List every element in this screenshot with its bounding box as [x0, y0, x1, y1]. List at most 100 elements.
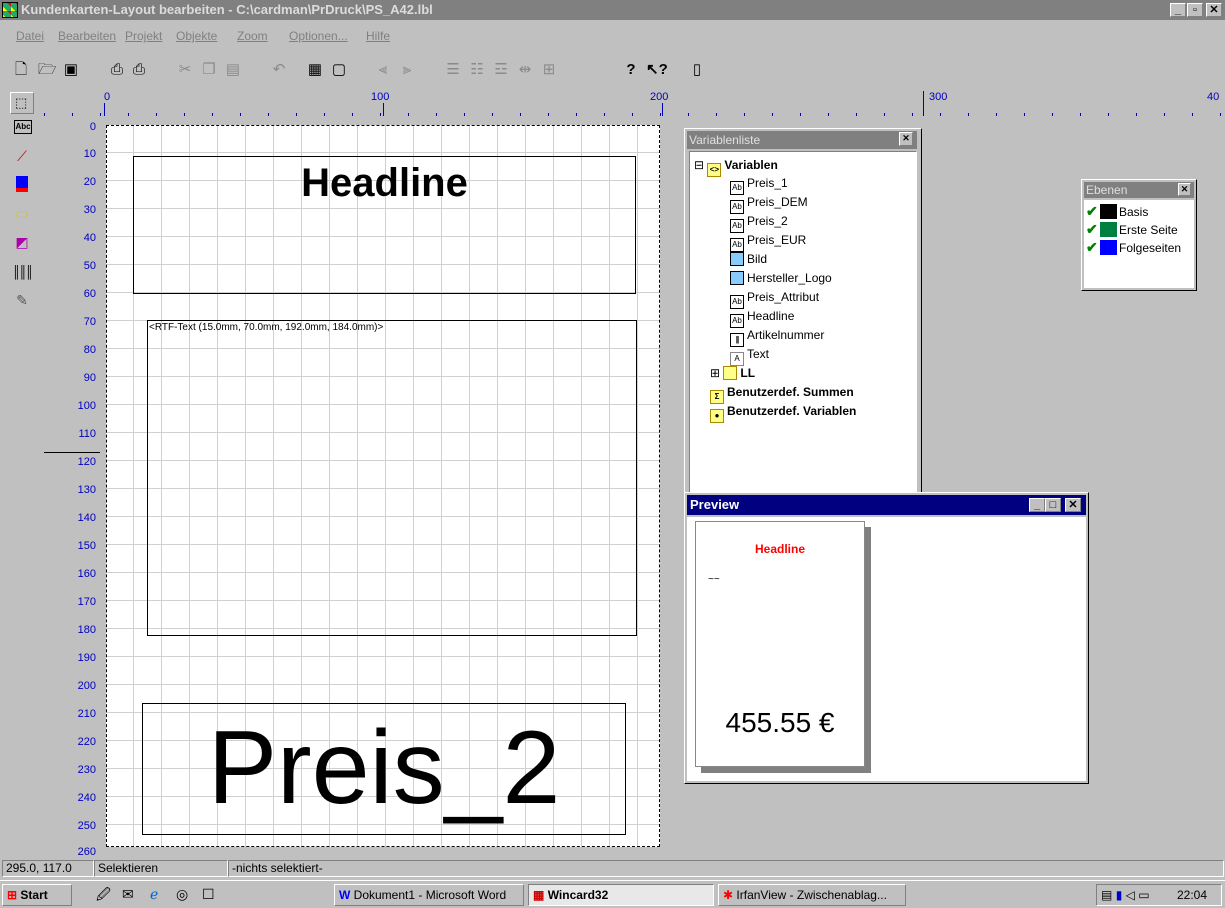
- align-bottom-icon[interactable]: ☷: [468, 61, 486, 79]
- tree-item-hersteller-logo[interactable]: Hersteller_Logo: [730, 269, 832, 287]
- tree-node-uservars[interactable]: ● Benutzerdef. Variablen: [710, 402, 856, 423]
- quicklaunch-desktop-icon[interactable]: 🖉: [92, 884, 111, 906]
- exit-icon[interactable]: ▯: [688, 61, 706, 79]
- tree-node-ll[interactable]: ⊞ LL: [710, 364, 755, 382]
- tree-item-bild[interactable]: Bild: [730, 250, 767, 268]
- preview-minimize-button[interactable]: _: [1029, 498, 1045, 512]
- wincard-icon: ▦: [533, 888, 545, 902]
- start-button[interactable]: ⊞ Start: [2, 884, 72, 906]
- layer-folgeseiten[interactable]: ✔ Folgeseiten: [1086, 238, 1181, 256]
- variable-tree: ⊟ <> Variablen Ab Preis_1 Ab Preis_DEM Ab Pr…: [689, 151, 917, 501]
- status-coords: 295.0, 117.0: [2, 860, 94, 877]
- tree-root-variablen[interactable]: ⊟ <> Variablen: [694, 156, 778, 177]
- chart-tool-icon[interactable]: ◩: [12, 232, 32, 252]
- menu-hilfe[interactable]: Hilfe: [366, 29, 390, 43]
- select-tool-icon[interactable]: ⬚: [10, 92, 34, 114]
- layer-label: Erste Seite: [1119, 223, 1178, 237]
- preview-close-button[interactable]: ✕: [1065, 498, 1081, 512]
- cut-icon[interactable]: ✂: [176, 61, 194, 79]
- space-horizontal-icon[interactable]: ☲: [492, 61, 510, 79]
- layer-color: [1100, 222, 1117, 237]
- tree-item-artikelnummer[interactable]: ||| Artikelnummer: [730, 326, 824, 347]
- paste-icon[interactable]: ▤: [224, 61, 242, 79]
- ruler-label: 80: [83, 344, 96, 356]
- task-wincard32[interactable]: ▦ Wincard32: [528, 884, 714, 906]
- tray-monitor-icon[interactable]: ▭: [1138, 888, 1149, 902]
- barcode-tool-icon[interactable]: ║║║: [12, 262, 34, 282]
- open-folder-icon[interactable]: 🗁: [38, 61, 57, 79]
- tree-item-preis-1[interactable]: Ab Preis_1: [730, 174, 788, 195]
- check-icon[interactable]: ✔: [1086, 220, 1100, 238]
- collapse-icon[interactable]: ⊟: [694, 158, 704, 172]
- maximize-button[interactable]: ▫: [1187, 3, 1203, 17]
- print-icon[interactable]: ⎙: [108, 61, 126, 79]
- align-left-icon[interactable]: ⫷: [374, 61, 392, 79]
- minimize-button[interactable]: _: [1170, 3, 1186, 17]
- menu-datei[interactable]: Datei: [16, 29, 44, 43]
- tray-network-icon[interactable]: ▤: [1101, 888, 1112, 902]
- variable-list-window: Variablenliste ✕ ⊟ <> Variablen Ab Preis_1…: [684, 128, 922, 508]
- layer-basis[interactable]: ✔ Basis: [1086, 202, 1148, 220]
- tree-item-headline[interactable]: Ab Headline: [730, 307, 795, 328]
- quicklaunch-channels-icon[interactable]: ◎: [172, 884, 188, 906]
- text-tool-icon[interactable]: Abc: [14, 120, 32, 134]
- tree-item-preis-attribut[interactable]: Ab Preis_Attribut: [730, 288, 819, 309]
- tree-label: Preis_EUR: [747, 233, 807, 247]
- ruler-label: 210: [77, 708, 96, 720]
- menu-zoom[interactable]: Zoom: [237, 29, 268, 43]
- menu-optionen[interactable]: Optionen...: [289, 29, 348, 43]
- tree-node-summen[interactable]: Σ Benutzerdef. Summen: [710, 383, 854, 404]
- variable-list-close-button[interactable]: ✕: [899, 132, 913, 146]
- task-irfanview[interactable]: ✱ IrfanView - Zwischenablag...: [718, 884, 906, 906]
- space-vertical-icon[interactable]: ⇹: [516, 61, 534, 79]
- align-top-icon[interactable]: ☰: [444, 61, 462, 79]
- print-preview-icon[interactable]: ⎙: [130, 61, 148, 79]
- preview-maximize-button[interactable]: □: [1045, 498, 1061, 512]
- tree-item-preis-eur[interactable]: Ab Preis_EUR: [730, 231, 807, 252]
- quicklaunch-ie-icon[interactable]: ℯ: [146, 884, 158, 906]
- new-file-icon[interactable]: 🗋: [12, 61, 30, 79]
- ellipse-tool-icon[interactable]: ⬭: [12, 204, 32, 224]
- tree-label: Preis_DEM: [747, 195, 808, 209]
- copy-icon[interactable]: ❐: [200, 61, 218, 79]
- quicklaunch-outlook-icon[interactable]: ✉: [118, 884, 134, 906]
- center-icon[interactable]: ⊞: [540, 61, 558, 79]
- help-icon[interactable]: ?: [622, 61, 640, 79]
- tray-app-icon[interactable]: ▮: [1116, 888, 1123, 902]
- tree-label: Headline: [747, 309, 795, 323]
- clock[interactable]: 22:04: [1177, 885, 1207, 905]
- label-page[interactable]: Headline <RTF-Text (15.0mm, 70.0mm, 192.…: [106, 125, 660, 847]
- app-icon[interactable]: [2, 2, 18, 18]
- menu-projekt[interactable]: Projekt: [125, 29, 162, 43]
- speaker-icon[interactable]: ◁: [1126, 888, 1135, 902]
- rtf-text-object[interactable]: <RTF-Text (15.0mm, 70.0mm, 192.0mm, 184.…: [147, 320, 637, 636]
- menu-bearbeiten[interactable]: Bearbeiten: [58, 29, 116, 43]
- tree-item-preis-2[interactable]: Ab Preis_2: [730, 212, 788, 233]
- layers-close-button[interactable]: ✕: [1178, 183, 1191, 196]
- headline-object[interactable]: Headline: [133, 156, 636, 294]
- start-label: Start: [20, 888, 48, 902]
- check-icon[interactable]: ✔: [1086, 202, 1100, 220]
- context-help-icon[interactable]: ↖?: [646, 61, 668, 79]
- task-label: Wincard32: [547, 888, 609, 902]
- save-icon[interactable]: ▣: [62, 61, 80, 79]
- align-right-icon[interactable]: ⫸: [398, 61, 416, 79]
- rectangle-tool-icon[interactable]: [12, 176, 32, 196]
- page-setup-icon[interactable]: ▢: [330, 61, 348, 79]
- price-object[interactable]: Preis_2: [142, 703, 626, 835]
- check-icon[interactable]: ✔: [1086, 238, 1100, 256]
- quicklaunch-explorer-icon[interactable]: ☐: [198, 884, 215, 906]
- undo-icon[interactable]: ↶: [270, 61, 288, 79]
- tree-item-preis-dem[interactable]: Ab Preis_DEM: [730, 193, 808, 214]
- ruler-label: 150: [77, 540, 96, 552]
- expand-icon[interactable]: ⊞: [710, 366, 720, 380]
- menu-objekte[interactable]: Objekte: [176, 29, 217, 43]
- rtf-tool-icon[interactable]: ✎: [12, 290, 32, 310]
- object-props-icon[interactable]: ▦: [306, 61, 324, 79]
- ruler-label: 100: [77, 400, 96, 412]
- layer-erste-seite[interactable]: ✔ Erste Seite: [1086, 220, 1178, 238]
- tree-item-text[interactable]: A Text: [730, 345, 769, 366]
- line-tool-icon[interactable]: ⟋: [12, 146, 32, 166]
- task-word[interactable]: W Dokument1 - Microsoft Word: [334, 884, 524, 906]
- close-button[interactable]: ✕: [1206, 3, 1222, 17]
